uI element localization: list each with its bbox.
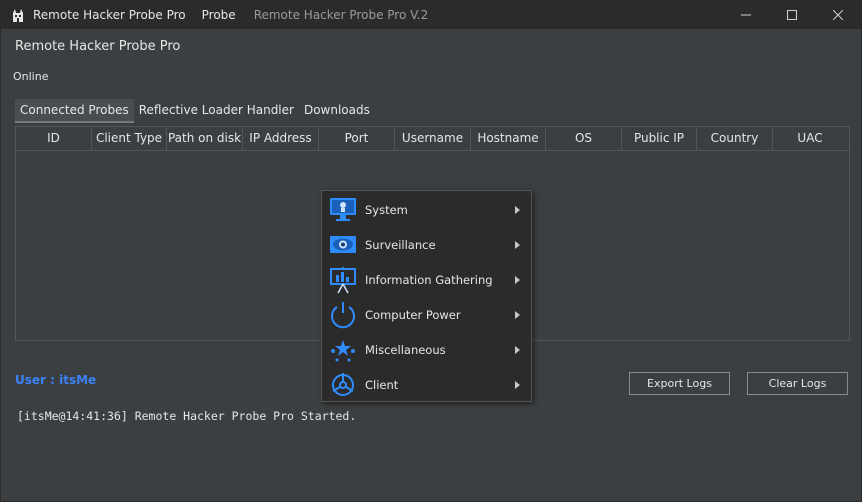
maximize-icon — [787, 10, 797, 20]
column-header-path-on-disk[interactable]: Path on disk — [167, 127, 243, 150]
monitor-icon — [327, 195, 359, 225]
close-button[interactable] — [815, 1, 861, 29]
menu-item-label: Information Gathering — [365, 272, 493, 287]
export-logs-button[interactable]: Export Logs — [629, 372, 730, 395]
column-header-country[interactable]: Country — [697, 127, 773, 150]
submenu-arrow-icon — [515, 205, 520, 214]
menu-item-surveillance[interactable]: Surveillance — [323, 227, 530, 262]
clear-logs-button[interactable]: Clear Logs — [747, 372, 848, 395]
main-window: Remote Hacker Probe Pro Probe Remote Hac… — [0, 0, 862, 502]
tab-downloads[interactable]: Downloads — [299, 99, 375, 123]
column-header-id[interactable]: ID — [16, 127, 92, 150]
column-header-os[interactable]: OS — [546, 127, 622, 150]
log-line: [itsMe@14:41:36] Remote Hacker Probe Pro… — [17, 409, 357, 423]
menu-item-system[interactable]: System — [323, 192, 530, 227]
column-header-username[interactable]: Username — [395, 127, 471, 150]
menu-item-label: Client — [365, 377, 399, 392]
presentation-icon — [327, 265, 359, 295]
column-header-port[interactable]: Port — [319, 127, 395, 150]
column-header-ip-address[interactable]: IP Address — [243, 127, 319, 150]
tab-reflective-loader-handler[interactable]: Reflective Loader Handler — [134, 99, 299, 123]
minimize-icon — [741, 14, 751, 16]
menu-item-label: Computer Power — [365, 307, 461, 322]
submenu-arrow-icon — [515, 380, 520, 389]
menu-item-client[interactable]: Client — [323, 367, 530, 402]
submenu-arrow-icon — [515, 345, 520, 354]
close-icon — [833, 10, 843, 20]
page-title: Remote Hacker Probe Pro — [15, 39, 181, 54]
table-header: ID Client Type Path on disk IP Address P… — [16, 127, 849, 151]
context-menu: System Surveillance Information Gatherin… — [321, 190, 532, 402]
minimize-button[interactable] — [723, 1, 769, 29]
helm-icon — [327, 370, 359, 400]
power-icon — [327, 300, 359, 330]
app-logo-icon — [13, 9, 23, 22]
menu-item-computer-power[interactable]: Computer Power — [323, 297, 530, 332]
tab-connected-probes[interactable]: Connected Probes — [15, 99, 134, 123]
column-header-uac[interactable]: UAC — [773, 127, 847, 150]
submenu-arrow-icon — [515, 310, 520, 319]
menu-item-information-gathering[interactable]: Information Gathering — [323, 262, 530, 297]
stars-icon — [327, 335, 359, 365]
column-header-client-type[interactable]: Client Type — [92, 127, 167, 150]
connection-status: Online — [13, 70, 49, 83]
menu-item-label: Surveillance — [365, 237, 436, 252]
submenu-arrow-icon — [515, 275, 520, 284]
submenu-arrow-icon — [515, 240, 520, 249]
column-header-public-ip[interactable]: Public IP — [622, 127, 697, 150]
menu-item-label: System — [365, 202, 408, 217]
title-bar[interactable]: Remote Hacker Probe Pro Probe Remote Hac… — [1, 1, 861, 29]
log-output[interactable]: [itsMe@14:41:36] Remote Hacker Probe Pro… — [15, 403, 850, 493]
user-label: User : itsMe — [15, 373, 97, 387]
menu-probe[interactable]: Probe — [202, 8, 236, 22]
window-title: Remote Hacker Probe Pro — [33, 8, 186, 22]
window-controls — [723, 1, 861, 29]
maximize-button[interactable] — [769, 1, 815, 29]
menu-item-miscellaneous[interactable]: Miscellaneous — [323, 332, 530, 367]
tab-bar: Connected Probes Reflective Loader Handl… — [15, 99, 375, 123]
menu-item-label: Miscellaneous — [365, 342, 446, 357]
column-header-hostname[interactable]: Hostname — [471, 127, 546, 150]
eye-icon — [327, 230, 359, 260]
window-version-title: Remote Hacker Probe Pro V.2 — [253, 8, 429, 22]
